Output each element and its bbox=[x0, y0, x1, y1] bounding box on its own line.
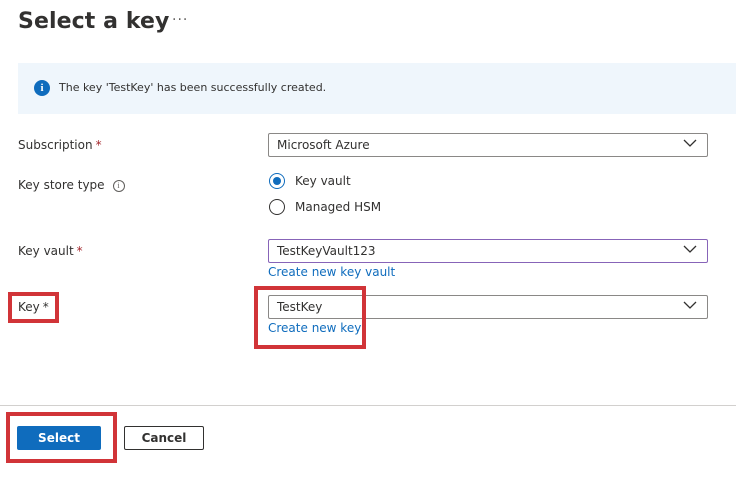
chevron-down-icon bbox=[683, 139, 697, 147]
cancel-button[interactable]: Cancel bbox=[124, 426, 204, 450]
subscription-label-text: Subscription bbox=[18, 138, 93, 152]
page-title: Select a key bbox=[18, 9, 170, 34]
radio-managed-hsm[interactable] bbox=[269, 199, 285, 215]
radio-key-vault[interactable] bbox=[269, 173, 285, 189]
key-vault-dropdown[interactable]: TestKeyVault123 bbox=[268, 239, 708, 263]
chevron-down-icon bbox=[683, 245, 697, 253]
create-key-vault-link[interactable]: Create new key vault bbox=[268, 265, 395, 279]
subscription-value: Microsoft Azure bbox=[277, 138, 370, 152]
highlight-box-key-field bbox=[254, 286, 366, 349]
banner-message: The key 'TestKey' has been successfully … bbox=[59, 81, 327, 94]
highlight-box-key-label bbox=[8, 292, 59, 323]
radio-key-vault-label[interactable]: Key vault bbox=[295, 174, 351, 188]
subscription-dropdown[interactable]: Microsoft Azure bbox=[268, 133, 708, 157]
more-options-icon[interactable]: ··· bbox=[172, 12, 188, 28]
info-icon: i bbox=[34, 80, 50, 96]
key-vault-label: Key vault * bbox=[18, 244, 83, 258]
required-marker: * bbox=[76, 244, 83, 258]
key-vault-value: TestKeyVault123 bbox=[277, 244, 376, 258]
footer-divider bbox=[0, 405, 736, 406]
required-marker: * bbox=[95, 138, 102, 152]
highlight-box-select-button bbox=[6, 412, 117, 463]
key-store-type-label: Key store type i bbox=[18, 178, 125, 192]
radio-managed-hsm-label[interactable]: Managed HSM bbox=[295, 200, 381, 214]
key-vault-label-text: Key vault bbox=[18, 244, 74, 258]
key-store-type-label-text: Key store type bbox=[18, 178, 105, 192]
chevron-down-icon bbox=[683, 301, 697, 309]
subscription-label: Subscription * bbox=[18, 138, 102, 152]
info-icon[interactable]: i bbox=[112, 180, 125, 192]
success-banner: i The key 'TestKey' has been successfull… bbox=[18, 63, 736, 114]
